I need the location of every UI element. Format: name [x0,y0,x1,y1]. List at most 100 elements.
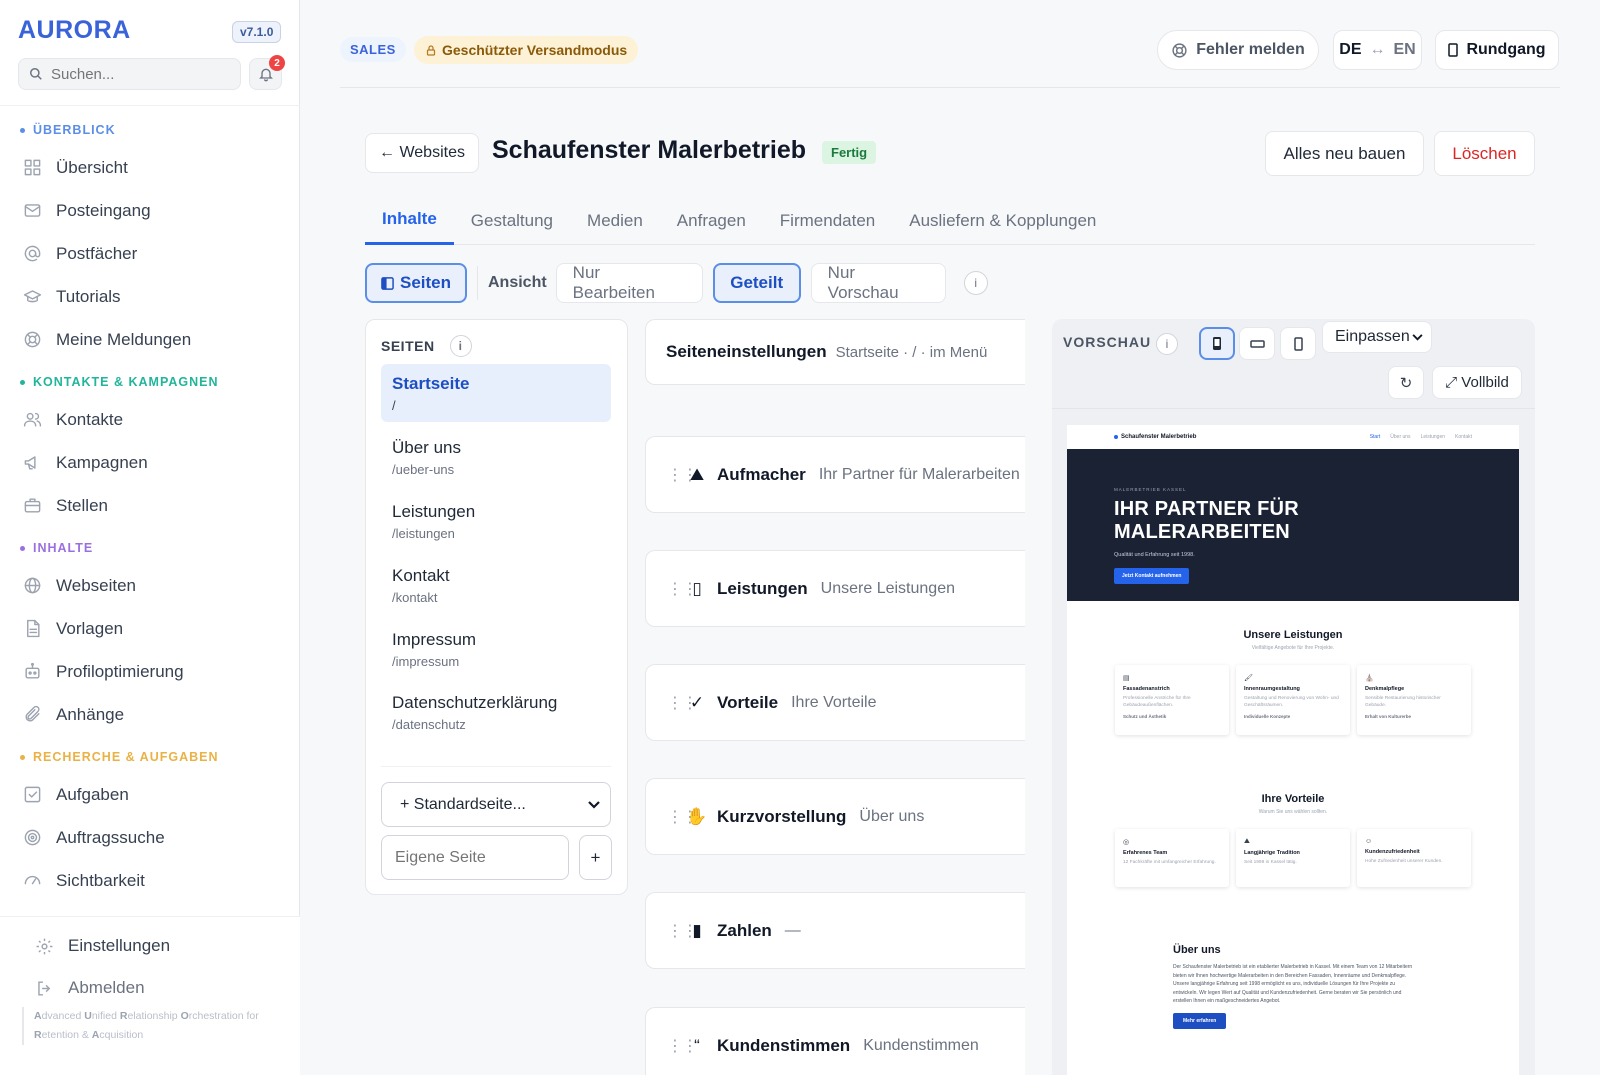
device-tablet-button[interactable] [1239,327,1275,360]
view-edit-only-button[interactable]: Nur Bearbeiten [555,263,703,303]
site-nav-links: Start Über uns Leistungen Kontakt [1370,434,1472,440]
sidebar-item-stellen[interactable]: Stellen [0,484,300,527]
top-divider [340,87,1560,88]
service-card: ▤ Fassadenanstrich Professionelle Anstrich… [1115,665,1229,735]
view-label: Ansicht [488,274,547,291]
sidebar-item-auftragssuche[interactable]: Auftragssuche [0,816,300,859]
sidebar-item-postfaecher[interactable]: Postfächer [0,232,300,275]
sidebar-item-profiloptimierung[interactable]: Profiloptimierung [0,650,300,693]
pages-info-icon[interactable]: i [449,335,472,357]
device-mobile-button[interactable] [1199,327,1235,360]
page-list-item[interactable]: Kontakt/kontakt [381,556,611,614]
add-standard-page-select[interactable]: + Standardseite... [381,782,611,827]
tab-5[interactable]: Firmendaten [763,196,892,245]
pages-panel-label: Seiten [399,273,452,292]
tab-1[interactable]: Inhalte [365,196,454,245]
sidebar-item-meine-meldungen[interactable]: Meine Meldungen [0,318,300,361]
section-block-title: Kundenstimmen [717,1035,851,1055]
view-split-button[interactable]: Geteilt [712,263,801,303]
device-desktop-button[interactable] [1280,327,1316,360]
drag-handle-icon[interactable]: ⋮⋮ [667,579,698,599]
drag-handle-icon[interactable]: ⋮⋮ [667,1036,698,1056]
sidebar-item-posteingang[interactable]: Posteingang [0,189,300,232]
section-block-subtitle: Über uns [859,807,925,825]
page-path: / [392,398,396,413]
view-info-icon[interactable]: i [963,271,988,295]
page-list-item[interactable]: Datenschutzerklärung/datenschutz [381,683,611,741]
phone-outline-icon [1293,336,1303,351]
refresh-preview-button[interactable]: ↻ [1388,366,1424,399]
sidebar-item-label: Einstellungen [68,936,171,955]
service-desc: Sensible Restaurierung historischer Gebä… [1365,696,1441,708]
advantage-card: ☺ Kundenzufriedenheit Hohe Zufriedenheit u… [1357,829,1471,887]
drag-handle-icon[interactable]: ⋮⋮ [667,465,698,485]
section-block-1[interactable]: ⋮⋮ ⛰ Aufmacher Ihr Partner für Malerarbeite… [645,436,1025,513]
tab-2[interactable]: Gestaltung [454,196,570,245]
mode-badge[interactable]: SALES [340,37,406,62]
tab-6[interactable]: Ausliefern & Kopplungen [892,196,1113,245]
about-more-button: Mehr erfahren [1173,1012,1227,1029]
drag-handle-icon[interactable]: ⋮⋮ [667,693,698,713]
sidebar-item-aufgaben[interactable]: Aufgaben [0,773,300,816]
notifications-button[interactable]: 2 [249,55,285,90]
protected-mode-badge[interactable]: Geschützter Versandmodus [414,36,639,64]
drag-handle-icon[interactable]: ⋮⋮ [667,921,698,941]
hero-kicker: MALERBETRIEB KASSEL [1114,487,1187,492]
custom-page-input[interactable] [381,835,569,880]
section-block-5[interactable]: ⋮⋮ ▮ Zahlen — [645,892,1025,969]
sidebar-item-webseiten[interactable]: Webseiten [0,564,300,607]
advantages-cards: ◎ Erfahrenes Team 12 Fachkräfte mit umfang… [1067,829,1519,887]
sidebar-item-kampagnen[interactable]: Kampagnen [0,441,300,484]
add-standard-page-label: + Standardseite... [400,795,526,813]
section-block-6[interactable]: ⋮⋮ “ Kundenstimmen Kundenstimmen [645,1007,1025,1075]
back-to-websites-button[interactable]: ← Websites [365,133,479,173]
search-box[interactable] [18,58,241,90]
site-nav-link: Leistungen [1420,434,1446,440]
services-cards: ▤ Fassadenanstrich Professionelle Anstrich… [1067,665,1519,735]
sidebar-item-vorlagen[interactable]: Vorlagen [0,607,300,650]
site-advantages: Ihre Vorteile Warum Sie uns wählen sollt… [1067,793,1519,887]
section-block-subtitle: Ihr Partner für Malerarbeiten [818,465,1020,483]
chevron-down-icon [1412,333,1423,341]
section-block-4[interactable]: ⋮⋮ ✋ Kurzvorstellung Über uns [645,778,1025,855]
app-logo[interactable]: AURORA [18,16,131,45]
tab-3[interactable]: Medien [570,196,660,245]
fit-select[interactable]: Einpassen [1322,321,1432,353]
sidebar-item-kontakte[interactable]: Kontakte [0,398,300,441]
language-toggle[interactable]: DE ↔ EN [1333,30,1422,70]
view-preview-only-button[interactable]: Nur Vorschau [810,263,946,303]
service-title: Innenraumgestaltung [1244,686,1300,692]
page-settings-card[interactable]: Seiteneinstellungen Startseite · / · im … [645,319,1025,385]
search-input[interactable] [51,65,221,83]
sidebar-item-logout[interactable]: Abmelden [0,967,300,1009]
add-custom-page-button[interactable]: + [579,835,612,880]
tour-button[interactable]: Rundgang [1435,30,1559,70]
page-name: Kontakt [392,566,450,585]
website-preview[interactable]: Schaufenster Malerbetrieb Start Über uns L… [1067,425,1519,1075]
page-list-item[interactable]: Impressum/impressum [381,620,611,678]
sidebar-item-sichtbarkeit[interactable]: Sichtbarkeit [0,859,300,902]
status-badge: Fertig [822,141,877,164]
fullscreen-button[interactable]: ⤢ Vollbild [1432,366,1522,399]
delete-button[interactable]: Löschen [1434,131,1535,176]
page-list-item[interactable]: Über uns/ueber-uns [381,428,611,486]
section-dot [20,545,25,551]
service-title: Fassadenanstrich [1123,686,1170,692]
sidebar-item-anhaenge[interactable]: Anhänge [0,693,300,736]
section-block-3[interactable]: ⋮⋮ ✓ Vorteile Ihre Vorteile [645,664,1025,741]
section-block-2[interactable]: ⋮⋮ ▯ Leistungen Unsere Leistungen [645,550,1025,627]
preview-info-icon[interactable]: i [1156,333,1178,355]
preview-divider [1052,408,1535,409]
drag-handle-icon[interactable]: ⋮⋮ [667,807,698,827]
rebuild-all-button[interactable]: Alles neu bauen [1265,131,1424,176]
report-bug-button[interactable]: Fehler melden [1157,30,1319,70]
pages-panel-toggle[interactable]: Seiten [365,263,467,303]
check-icon: ✓ [689,692,705,712]
tab-4[interactable]: Anfragen [660,196,763,245]
services-title: Unsere Leistungen [1243,629,1343,641]
page-list-item[interactable]: Leistungen/leistungen [381,492,611,550]
sidebar-item-tutorials[interactable]: Tutorials [0,275,300,318]
sidebar-item-uebersicht[interactable]: Übersicht [0,146,300,189]
sidebar-item-settings[interactable]: Einstellungen [0,925,300,967]
page-list-item[interactable]: Startseite / [381,364,611,422]
